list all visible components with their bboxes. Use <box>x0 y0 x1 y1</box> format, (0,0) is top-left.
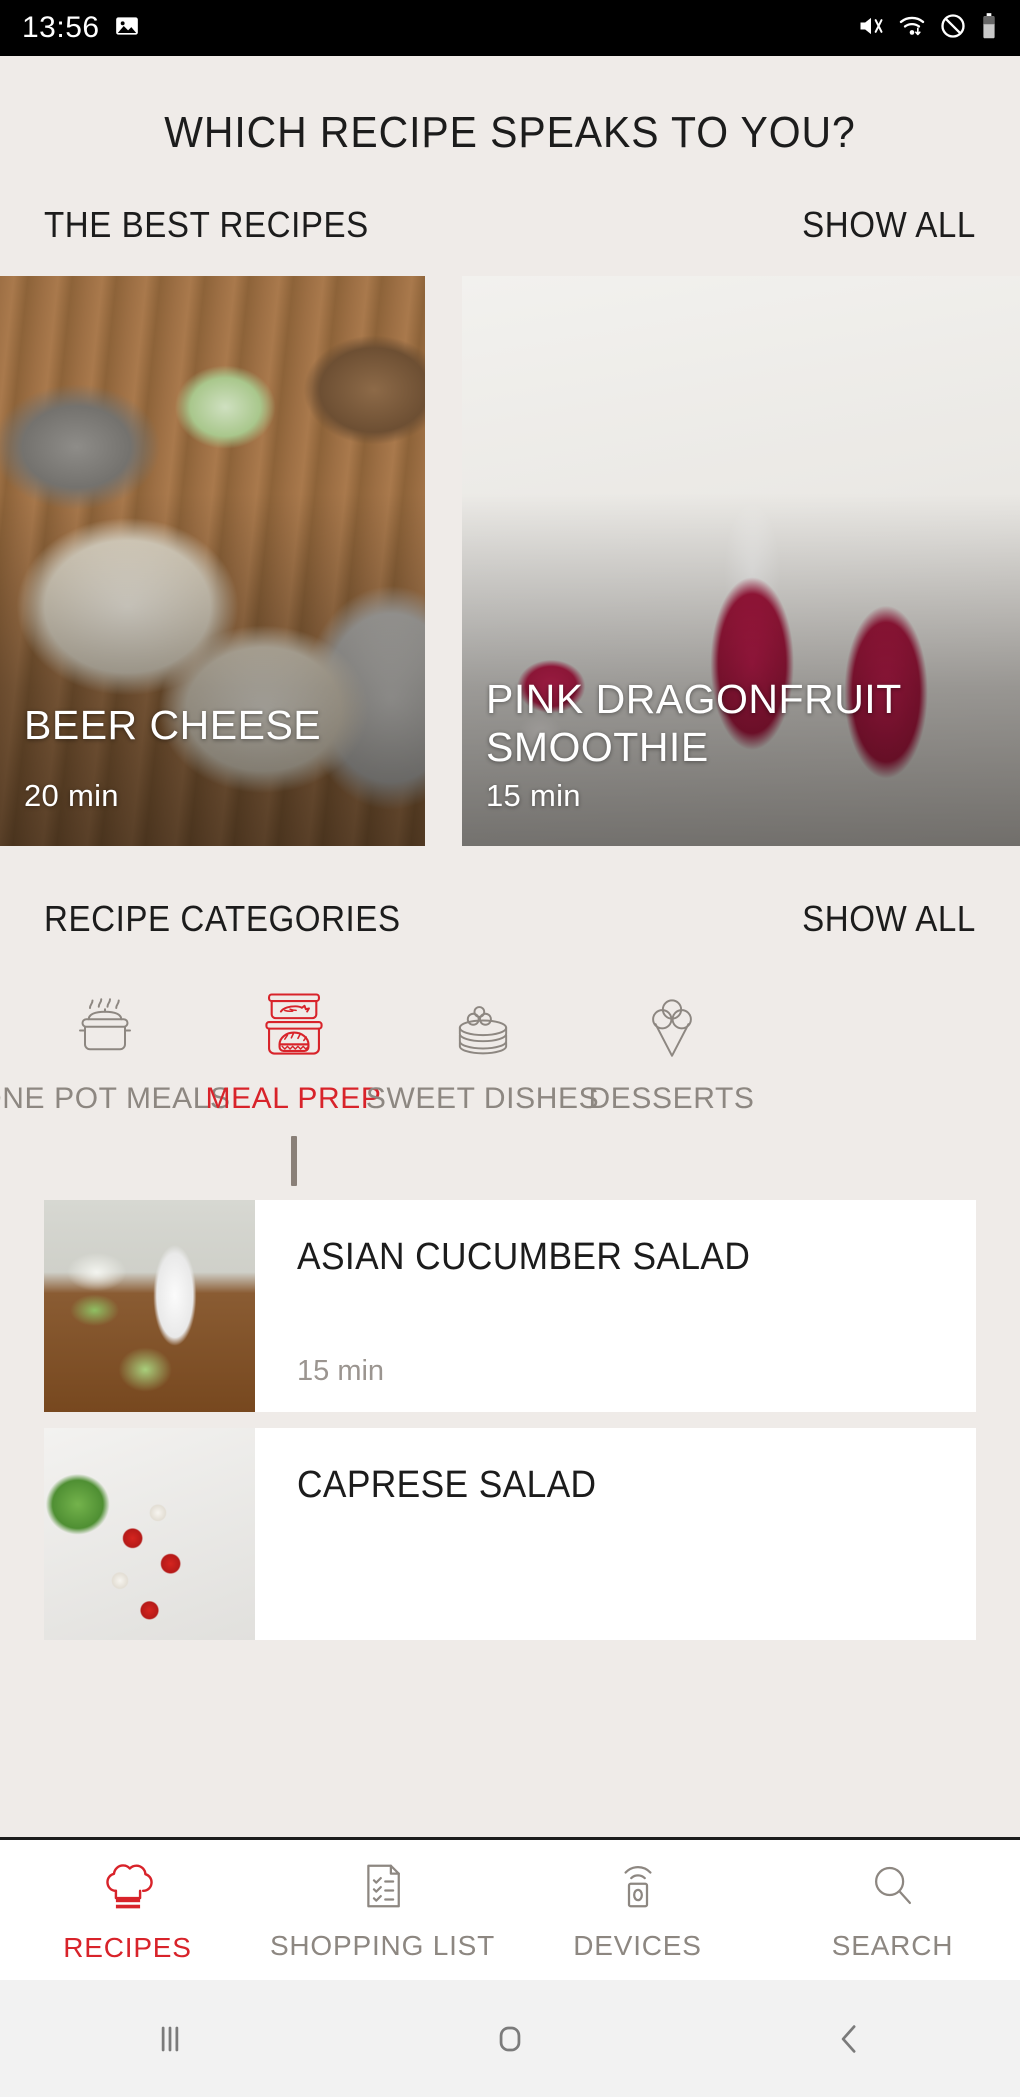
magnifier-icon <box>866 1859 920 1918</box>
checklist-icon <box>356 1859 410 1918</box>
list-item-body: CAPRESE SALAD <box>255 1428 976 1640</box>
list-item[interactable]: ASIAN CUCUMBER SALAD 15 min <box>44 1200 976 1412</box>
device-signal-icon <box>611 1859 665 1918</box>
caprese-salad-photo <box>44 1428 255 1640</box>
recents-icon[interactable] <box>0 2017 340 2061</box>
asian-cucumber-salad-photo <box>44 1200 255 1412</box>
featured-carousel[interactable]: BEER CHEESE 20 min PINK DRAGONFRUIT SMOO… <box>0 276 1020 846</box>
mute-icon <box>857 12 885 45</box>
recipe-card-beer-cheese[interactable]: BEER CHEESE 20 min <box>0 276 425 846</box>
recipe-list: ASIAN CUCUMBER SALAD 15 min CAPRESE SALA… <box>0 1200 1020 1640</box>
categories-section-header: RECIPE CATEGORIES SHOW ALL <box>0 898 1020 940</box>
tab-search[interactable]: SEARCH <box>765 1859 1020 1962</box>
category-label: ONE POT MEALS <box>0 1082 231 1115</box>
image-icon <box>114 13 140 44</box>
category-item-sweet-dishes[interactable]: SWEET DISHES <box>366 982 599 1116</box>
list-item-body: ASIAN CUCUMBER SALAD 15 min <box>255 1200 976 1412</box>
featured-section-header: THE BEST RECIPES SHOW ALL <box>0 204 1020 246</box>
featured-show-all-link[interactable]: SHOW ALL <box>802 204 976 246</box>
wifi-icon <box>898 12 926 45</box>
pancake-stack-icon <box>444 982 522 1068</box>
home-icon[interactable] <box>340 2017 680 2061</box>
tab-shopping-list[interactable]: SHOPPING LIST <box>255 1859 510 1962</box>
tab-label: DEVICES <box>573 1929 702 1961</box>
category-item-desserts[interactable]: DESSERTS <box>577 982 766 1116</box>
category-strip[interactable]: ONE POT MEALS MEAL PREP SWEET DISHES DES… <box>0 982 1020 1186</box>
category-active-indicator <box>290 1136 297 1186</box>
tab-devices[interactable]: DEVICES <box>510 1859 765 1962</box>
recipe-card-title: BEER CHEESE <box>24 702 322 749</box>
recipe-card-pink-dragonfruit-smoothie[interactable]: PINK DRAGONFRUIT SMOOTHIE 15 min <box>462 276 1020 846</box>
list-item-title: CAPRESE SALAD <box>297 1464 597 1506</box>
category-label: DESSERTS <box>588 1082 755 1115</box>
list-item-title: ASIAN CUCUMBER SALAD <box>297 1236 751 1278</box>
battery-icon <box>980 12 998 45</box>
tab-label: SHOPPING LIST <box>269 1929 496 1961</box>
list-item-time: 15 min <box>297 1355 385 1387</box>
status-bar-right <box>857 12 998 45</box>
status-bar-clock: 13:56 <box>22 11 100 44</box>
list-item[interactable]: CAPRESE SALAD <box>44 1428 976 1640</box>
chef-hat-icon <box>99 1857 157 1920</box>
recipe-card-time: 20 min <box>24 778 119 813</box>
stacked-food-containers-icon <box>252 982 336 1068</box>
categories-show-all-link[interactable]: SHOW ALL <box>802 898 976 940</box>
app-content: WHICH RECIPE SPEAKS TO YOU? THE BEST REC… <box>0 56 1020 1837</box>
status-bar: 13:56 <box>0 0 1020 56</box>
bottom-tab-bar: RECIPES SHOPPING LIST DEVICES SEARCH <box>0 1837 1020 1980</box>
status-bar-left: 13:56 <box>22 11 140 45</box>
recipe-card-time: 15 min <box>486 778 581 813</box>
tab-recipes[interactable]: RECIPES <box>0 1857 255 1964</box>
category-label: SWEET DISHES <box>365 1082 600 1115</box>
do-not-disturb-icon <box>939 12 967 45</box>
category-item-meal-prep[interactable]: MEAL PREP <box>199 982 388 1186</box>
tab-label: RECIPES <box>63 1931 192 1963</box>
recipe-card-title: PINK DRAGONFRUIT SMOOTHIE <box>486 676 901 771</box>
ice-cream-cone-icon <box>633 982 711 1068</box>
page-title: WHICH RECIPE SPEAKS TO YOU? <box>164 108 856 157</box>
category-item-one-pot-meals[interactable]: ONE POT MEALS <box>0 982 230 1116</box>
featured-section-title: THE BEST RECIPES <box>44 204 369 245</box>
back-icon[interactable] <box>680 2017 1020 2061</box>
tab-label: SEARCH <box>831 1929 954 1961</box>
pot-with-steam-icon <box>65 982 145 1068</box>
phone-screen: 13:56 WHICH RECIPE SPEAKS TO YOU? THE BE… <box>0 0 1020 2097</box>
android-navigation-bar <box>0 1980 1020 2097</box>
category-label: MEAL PREP <box>205 1082 382 1115</box>
categories-section-title: RECIPE CATEGORIES <box>44 898 401 939</box>
